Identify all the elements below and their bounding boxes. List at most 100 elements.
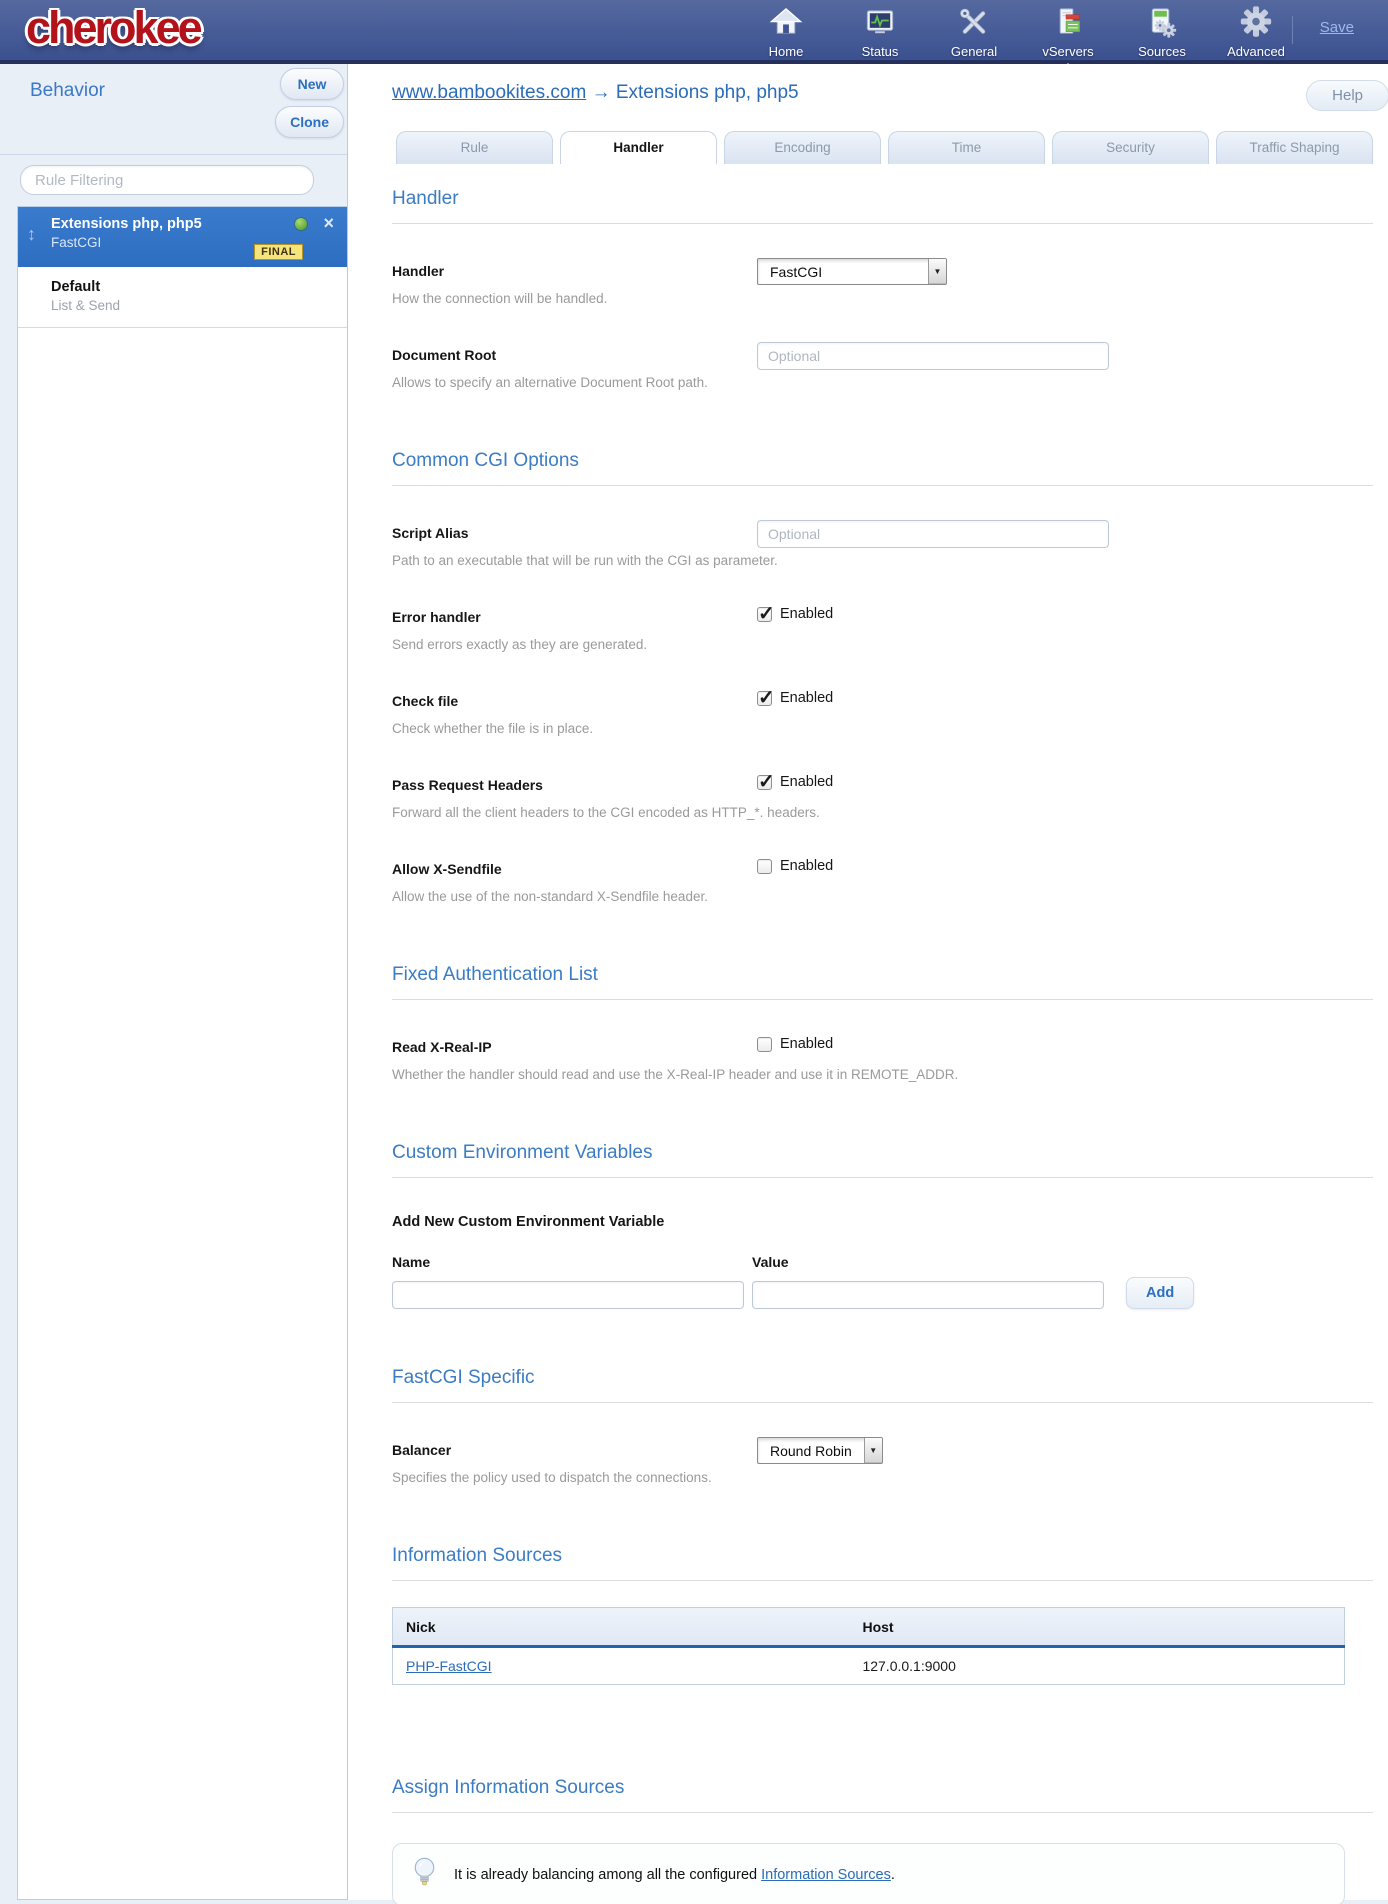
error-handler-checkbox[interactable]: Enabled bbox=[757, 606, 833, 622]
nav-item-sources[interactable]: Sources bbox=[1128, 5, 1196, 59]
checkbox-label: Enabled bbox=[780, 690, 833, 706]
nav-label: Home bbox=[769, 44, 804, 59]
field-description: Forward all the client headers to the CG… bbox=[392, 805, 1373, 820]
tab-handler[interactable]: Handler bbox=[560, 131, 717, 164]
checkbox-box[interactable] bbox=[757, 775, 772, 790]
notice-text: It is already balancing among all the co… bbox=[454, 1867, 895, 1883]
field-allow-x-sendfile: Allow X-Sendfile Enabled Allow the use o… bbox=[392, 856, 1373, 906]
tab-security[interactable]: Security bbox=[1052, 131, 1209, 164]
table-row: PHP-FastCGI 127.0.0.1:9000 bbox=[393, 1647, 1345, 1685]
breadcrumb-vserver-link[interactable]: www.bambookites.com bbox=[392, 82, 586, 103]
information-sources-link[interactable]: Information Sources bbox=[761, 1867, 891, 1883]
section-title-handler: Handler bbox=[392, 188, 1373, 224]
sidebar-title: Behavior bbox=[30, 80, 105, 102]
rule-row-default[interactable]: Default List & Send bbox=[18, 267, 347, 328]
notice-prefix: It is already balancing among all the co… bbox=[454, 1867, 761, 1883]
checkbox-label: Enabled bbox=[780, 774, 833, 790]
nav-item-advanced[interactable]: Advanced bbox=[1222, 5, 1290, 59]
field-handler: Handler FastCGI ▼ How the connection wil… bbox=[392, 258, 1373, 308]
balancer-select-value: Round Robin bbox=[758, 1438, 864, 1463]
rule-filter-input[interactable] bbox=[20, 165, 314, 195]
behavior-sidebar: Behavior New Clone ↕ Extensions php, php… bbox=[0, 64, 348, 1900]
servers-icon bbox=[1050, 5, 1086, 43]
new-rule-button[interactable]: New bbox=[280, 68, 344, 100]
section-title-custom-env: Custom Environment Variables bbox=[392, 1142, 1373, 1178]
top-header-bar: cherokee Home bbox=[0, 0, 1388, 64]
field-description: How the connection will be handled. bbox=[392, 291, 1373, 306]
field-balancer: Balancer Round Robin ▼ Specifies the pol… bbox=[392, 1437, 1373, 1487]
section-title-info-sources: Information Sources bbox=[392, 1545, 1373, 1581]
nav-label: Sources bbox=[1138, 44, 1186, 59]
field-description: Allows to specify an alternative Documen… bbox=[392, 375, 1373, 390]
drag-handle-icon[interactable]: ↕ bbox=[27, 224, 36, 245]
main-content: www.bambookites.com → Extensions php, ph… bbox=[348, 64, 1388, 1900]
main-navigation: Home Status bbox=[752, 5, 1290, 59]
nav-label: Advanced bbox=[1227, 44, 1285, 59]
checkbox-label: Enabled bbox=[780, 858, 833, 874]
breadcrumb: www.bambookites.com → Extensions php, ph… bbox=[392, 82, 799, 104]
lightbulb-icon bbox=[411, 1856, 438, 1893]
checkbox-box[interactable] bbox=[757, 607, 772, 622]
env-name-label: Name bbox=[392, 1254, 744, 1270]
field-label: Error handler bbox=[392, 604, 1373, 625]
nav-label: General bbox=[951, 44, 997, 59]
nav-item-status[interactable]: Status bbox=[846, 5, 914, 59]
rule-name: Extensions php, php5 bbox=[51, 216, 335, 232]
sidebar-divider bbox=[0, 154, 347, 155]
checkbox-label: Enabled bbox=[780, 1036, 833, 1052]
checkbox-box[interactable] bbox=[757, 1037, 772, 1052]
final-badge: FINAL bbox=[254, 244, 303, 260]
document-root-input[interactable] bbox=[757, 342, 1109, 370]
nav-item-home[interactable]: Home bbox=[752, 5, 820, 59]
section-title-fastcgi-specific: FastCGI Specific bbox=[392, 1367, 1373, 1403]
clone-rule-button[interactable]: Clone bbox=[275, 106, 344, 138]
tab-encoding[interactable]: Encoding bbox=[724, 131, 881, 164]
rule-name: Default bbox=[51, 279, 335, 295]
rule-enabled-dot[interactable] bbox=[295, 218, 307, 230]
env-name-input[interactable] bbox=[392, 1281, 744, 1309]
env-value-label: Value bbox=[752, 1254, 1104, 1270]
cherokee-logo: cherokee bbox=[26, 2, 200, 54]
field-script-alias: Script Alias Path to an executable that … bbox=[392, 520, 1373, 570]
tab-rule[interactable]: Rule bbox=[396, 131, 553, 164]
delete-rule-icon[interactable]: × bbox=[323, 213, 334, 234]
script-alias-input[interactable] bbox=[757, 520, 1109, 548]
field-label: Allow X-Sendfile bbox=[392, 856, 1373, 877]
tab-traffic-shaping[interactable]: Traffic Shaping bbox=[1216, 131, 1373, 164]
source-nick-link[interactable]: PHP-FastCGI bbox=[406, 1658, 492, 1674]
nav-item-vservers[interactable]: vServers bbox=[1034, 5, 1102, 59]
tab-time[interactable]: Time bbox=[888, 131, 1045, 164]
information-sources-table: Nick Host PHP-FastCGI 127.0.0.1:9000 bbox=[392, 1607, 1345, 1685]
env-value-input[interactable] bbox=[752, 1281, 1104, 1309]
field-description: Send errors exactly as they are generate… bbox=[392, 637, 1373, 652]
section-title-fixed-auth: Fixed Authentication List bbox=[392, 964, 1373, 1000]
pass-request-headers-checkbox[interactable]: Enabled bbox=[757, 774, 833, 790]
tools-icon bbox=[956, 5, 992, 43]
breadcrumb-rule: Extensions php, php5 bbox=[616, 82, 799, 103]
save-link[interactable]: Save bbox=[1320, 19, 1354, 36]
help-button[interactable]: Help bbox=[1306, 80, 1388, 111]
handler-select-value: FastCGI bbox=[758, 259, 928, 284]
add-env-button[interactable]: Add bbox=[1126, 1277, 1194, 1309]
read-x-real-ip-checkbox[interactable]: Enabled bbox=[757, 1036, 833, 1052]
chevron-down-icon: ▼ bbox=[864, 1438, 882, 1463]
balancer-select[interactable]: Round Robin ▼ bbox=[757, 1437, 883, 1464]
rule-row-extensions-php[interactable]: ↕ Extensions php, php5 FastCGI × FINAL bbox=[18, 207, 347, 267]
nav-item-general[interactable]: General bbox=[940, 5, 1008, 59]
field-label: Pass Request Headers bbox=[392, 772, 1373, 793]
checkbox-box[interactable] bbox=[757, 691, 772, 706]
balancing-notice-box: It is already balancing among all the co… bbox=[392, 1843, 1345, 1904]
field-error-handler: Error handler Enabled Send errors exactl… bbox=[392, 604, 1373, 654]
field-description: Specifies the policy used to dispatch th… bbox=[392, 1470, 1373, 1485]
rule-list: ↕ Extensions php, php5 FastCGI × FINAL D… bbox=[17, 206, 347, 1900]
status-monitor-icon bbox=[862, 5, 898, 43]
check-file-checkbox[interactable]: Enabled bbox=[757, 690, 833, 706]
host-column-header: Host bbox=[849, 1608, 1344, 1647]
field-description: Whether the handler should read and use … bbox=[392, 1067, 1373, 1082]
home-icon bbox=[768, 5, 804, 43]
handler-select[interactable]: FastCGI ▼ bbox=[757, 258, 947, 285]
allow-x-sendfile-checkbox[interactable]: Enabled bbox=[757, 858, 833, 874]
breadcrumb-arrow: → bbox=[592, 82, 611, 103]
checkbox-box[interactable] bbox=[757, 859, 772, 874]
field-description: Allow the use of the non-standard X-Send… bbox=[392, 889, 1373, 904]
